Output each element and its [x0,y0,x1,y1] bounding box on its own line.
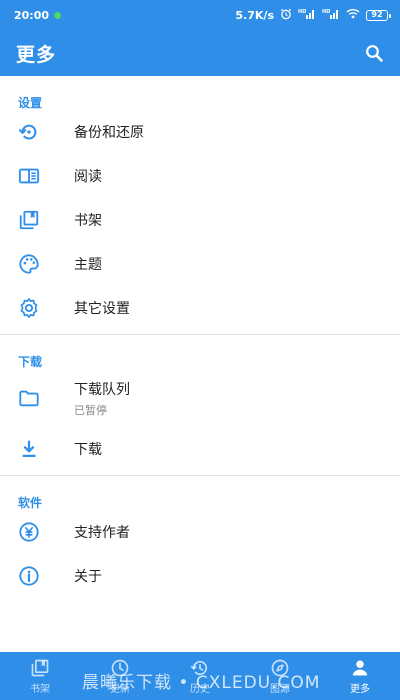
compass-icon [271,659,289,676]
section-header-settings: 设置 [18,96,43,110]
battery-icon: 92 [366,9,391,21]
list-item-sublabel: 已暂停 [74,403,107,417]
library-icon [31,659,49,676]
palette-icon [0,253,74,275]
update-icon [111,659,129,676]
section-header-downloads: 下载 [18,355,43,369]
list-item-support-author[interactable]: 支持作者 [0,510,400,554]
list-item-about[interactable]: 关于 [0,554,400,598]
list-item-label: 主题 [74,257,102,273]
nav-tab-updates[interactable]: 更新 [80,652,160,700]
book-open-icon [0,165,74,187]
bottom-nav: 书架 更新 历史 图源 更多 [0,652,400,700]
list-item-reading[interactable]: 阅读 [0,154,400,198]
person-icon [352,660,368,675]
status-left: 20:00 [14,8,62,22]
section-header-software: 软件 [18,496,43,510]
list-item-theme[interactable]: 主题 [0,242,400,286]
library-icon [0,209,74,231]
list-item-other-settings[interactable]: 其它设置 [0,286,400,330]
svg-text:HD: HD [298,9,306,15]
alarm-icon [280,8,292,23]
nav-label: 图源 [270,683,290,695]
list-item-download[interactable]: 下载 [0,427,400,471]
support-icon [0,521,74,543]
list-item-label: 下载 [74,442,102,458]
gear-icon [0,297,74,319]
nav-tab-sources[interactable]: 图源 [240,652,320,700]
search-button[interactable] [362,41,386,65]
wifi-icon [346,8,360,22]
nav-label: 书架 [30,683,50,695]
history-icon [190,660,208,675]
status-right: 5.7K/s HD HD 92 [235,8,391,23]
download-icon [0,438,74,460]
list-item-label: 备份和还原 [74,125,144,141]
list-item-label: 下载队列 [74,381,130,398]
signal-icon-2: HD [322,8,340,22]
status-time: 20:00 [14,8,50,22]
nav-label: 更多 [350,683,370,695]
page-title: 更多 [16,43,57,66]
list-item-label: 关于 [74,569,102,585]
nav-tab-history[interactable]: 历史 [160,652,240,700]
nav-label: 更新 [110,683,130,695]
app-bar: 20:00 5.7K/s HD HD 92 更多 [0,0,400,76]
nav-label: 历史 [190,683,210,695]
list-item-download-queue[interactable]: 下载队列 已暂停 [0,369,400,427]
network-speed: 5.7K/s [235,8,274,22]
list-item-label: 支持作者 [74,525,130,541]
signal-icon: HD [298,8,316,22]
list-item-backup-restore[interactable]: 备份和还原 [0,110,400,154]
list-item-bookshelf[interactable]: 书架 [0,198,400,242]
backup-restore-icon [0,121,74,143]
list-item-label: 阅读 [74,169,102,185]
settings-list: 设置 备份和还原 阅读 书架 主题 其它设置 下载 下载队列 已暂停 下载 软件… [0,76,400,652]
search-icon [366,45,383,62]
list-item-text: 下载队列 已暂停 [74,379,130,418]
status-bar: 20:00 5.7K/s HD HD 92 [0,0,400,30]
info-icon [0,565,74,587]
toolbar: 更多 [0,30,400,76]
folder-icon [0,387,74,409]
list-item-label: 其它设置 [74,301,130,317]
svg-text:HD: HD [322,9,330,15]
nav-tab-more[interactable]: 更多 [320,652,400,700]
list-item-label: 书架 [74,213,102,229]
nav-tab-bookshelf[interactable]: 书架 [0,652,80,700]
notification-dot-icon [54,11,62,19]
